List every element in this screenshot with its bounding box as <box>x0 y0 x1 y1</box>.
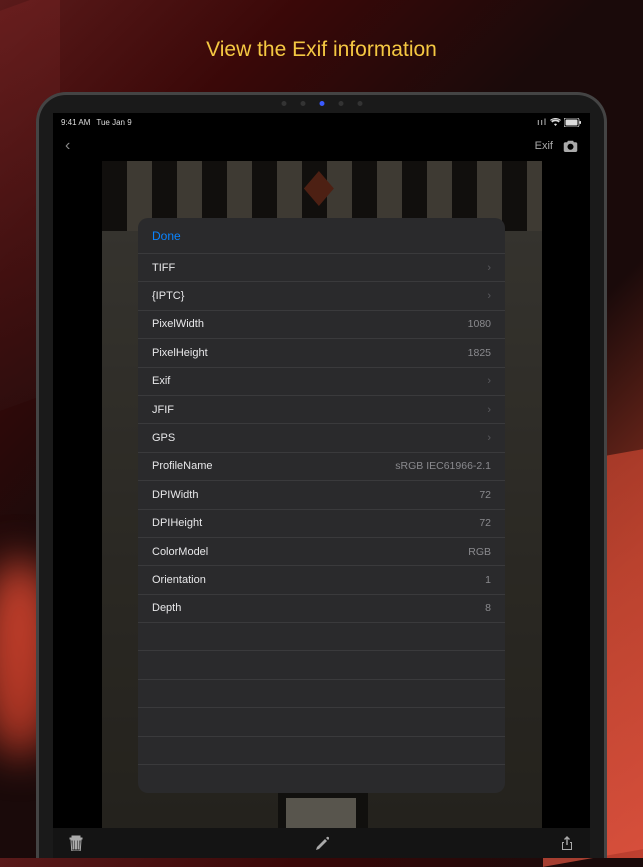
exif-row-label: JFIF <box>152 404 174 416</box>
edit-icon[interactable] <box>315 835 329 851</box>
exif-row-orientation: Orientation 1 <box>138 566 505 594</box>
camera-icon[interactable] <box>563 140 578 152</box>
empty-row <box>138 623 505 651</box>
exif-row-value: 1825 <box>468 347 491 359</box>
exif-row-iptc[interactable]: {IPTC} › <box>138 282 505 310</box>
exif-row-value: 1080 <box>468 318 491 330</box>
exif-row-pixelheight: PixelHeight 1825 <box>138 339 505 367</box>
empty-row <box>138 737 505 765</box>
exif-info-panel: Done TIFF › {IPTC} › PixelWidth 1080 PixelHeig… <box>138 218 505 793</box>
exif-row-label: TIFF <box>152 262 175 274</box>
empty-row <box>138 708 505 736</box>
nav-bar: ‹ Exif <box>53 131 590 161</box>
exif-row-value: RGB <box>468 546 491 558</box>
chevron-right-icon: › <box>487 375 491 387</box>
chevron-right-icon: › <box>487 404 491 416</box>
exif-row-gps[interactable]: GPS › <box>138 424 505 452</box>
status-time: 9:41 AM <box>61 118 90 127</box>
done-button[interactable]: Done <box>152 229 181 243</box>
exif-row-colormodel: ColorModel RGB <box>138 538 505 566</box>
back-button[interactable]: ‹ <box>65 137 70 155</box>
empty-row <box>138 651 505 679</box>
wifi-icon <box>550 118 561 126</box>
page-title: View the Exif information <box>0 38 643 62</box>
exif-row-label: Orientation <box>152 574 206 586</box>
exif-row-dpiwidth: DPIWidth 72 <box>138 481 505 509</box>
exif-row-label: DPIHeight <box>152 517 202 529</box>
exif-row-exif[interactable]: Exif › <box>138 368 505 396</box>
exif-row-depth: Depth 8 <box>138 595 505 623</box>
chevron-right-icon: › <box>487 290 491 302</box>
exif-row-pixelwidth: PixelWidth 1080 <box>138 311 505 339</box>
exif-row-label: DPIWidth <box>152 489 198 501</box>
status-date: Tue Jan 9 <box>96 118 131 127</box>
share-icon[interactable] <box>560 835 574 851</box>
exif-row-label: PixelWidth <box>152 318 204 330</box>
exif-row-value: sRGB IEC61966-2.1 <box>395 460 491 472</box>
exif-row-label: Exif <box>152 375 170 387</box>
exif-row-jfif[interactable]: JFIF › <box>138 396 505 424</box>
bottom-toolbar <box>53 828 590 858</box>
exif-row-label: ProfileName <box>152 460 213 472</box>
exif-row-profilename: ProfileName sRGB IEC61966-2.1 <box>138 453 505 481</box>
exif-row-label: Depth <box>152 602 181 614</box>
exif-row-value: 1 <box>485 574 491 586</box>
exif-toggle-label[interactable]: Exif <box>535 140 553 152</box>
empty-row <box>138 680 505 708</box>
exif-row-label: {IPTC} <box>152 290 184 302</box>
battery-icon <box>564 118 582 127</box>
exif-row-tiff[interactable]: TIFF › <box>138 254 505 282</box>
screen: 9:41 AM Tue Jan 9 ııl ‹ Exif <box>53 113 590 858</box>
chevron-right-icon: › <box>487 262 491 274</box>
exif-row-value: 72 <box>479 517 491 529</box>
exif-row-value: 72 <box>479 489 491 501</box>
exif-row-label: ColorModel <box>152 546 208 558</box>
ipad-device-frame: 9:41 AM Tue Jan 9 ııl ‹ Exif <box>36 92 607 858</box>
exif-row-label: GPS <box>152 432 175 444</box>
exif-row-value: 8 <box>485 602 491 614</box>
chevron-right-icon: › <box>487 432 491 444</box>
exif-row-label: PixelHeight <box>152 347 208 359</box>
trash-icon[interactable] <box>69 835 83 851</box>
status-bar: 9:41 AM Tue Jan 9 ııl <box>53 113 590 131</box>
empty-row <box>138 765 505 793</box>
exif-row-dpiheight: DPIHeight 72 <box>138 510 505 538</box>
signal-icon: ııl <box>537 117 547 127</box>
